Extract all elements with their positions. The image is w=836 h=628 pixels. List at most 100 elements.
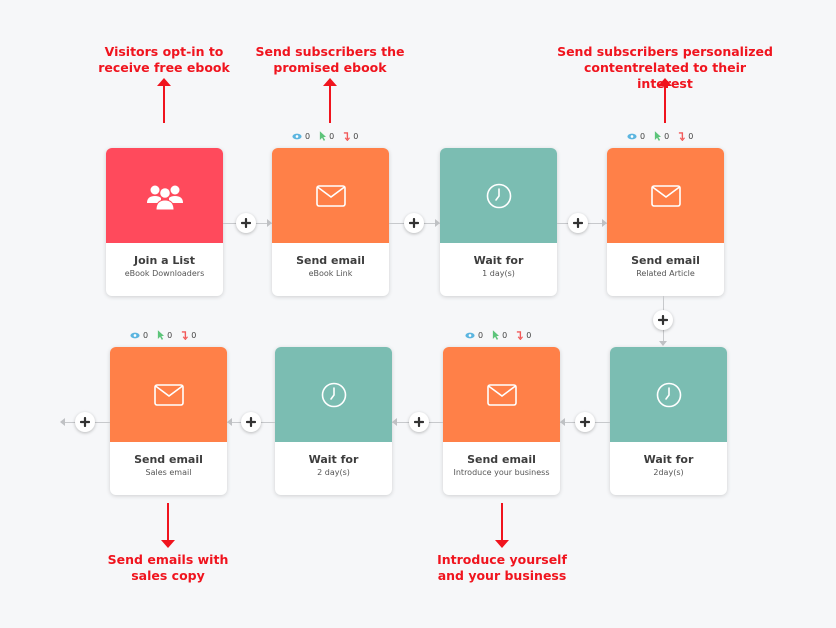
plus-icon [80, 417, 90, 427]
add-step-button[interactable] [404, 213, 424, 233]
cursor-icon [654, 131, 661, 141]
node-subtitle: eBook Link [308, 269, 353, 278]
plus-icon [241, 218, 251, 228]
clock-icon [486, 183, 512, 209]
node-subtitle: Sales email [145, 468, 192, 477]
node-body: Send email Sales email [110, 442, 227, 495]
node-header [440, 148, 557, 243]
arrow-down-icon [495, 540, 509, 548]
bounces-count: 0 [688, 131, 694, 141]
annotation-arrow-line [501, 503, 503, 540]
clicks-stat: 0 [157, 330, 172, 340]
node-title: Send email [631, 254, 700, 267]
arrow-left-icon [392, 418, 397, 426]
add-step-button[interactable] [568, 213, 588, 233]
cursor-icon [319, 131, 326, 141]
clicks-count: 0 [664, 131, 670, 141]
bounce-icon [181, 330, 188, 340]
arrow-right-icon [267, 219, 272, 227]
add-step-button[interactable] [75, 412, 95, 432]
envelope-icon [487, 384, 517, 406]
node-wait-2day-b[interactable]: Wait for 2 day(s) [275, 347, 392, 495]
annotation-line: Introduce yourself [437, 552, 567, 567]
opens-count: 0 [305, 131, 311, 141]
annotation-line: Visitors opt-in to [104, 44, 224, 59]
email-stats: 0 0 0 [292, 131, 358, 141]
opens-stat: 0 [627, 132, 645, 141]
arrow-left-icon [560, 418, 565, 426]
annotation-line: promised ebook [273, 60, 387, 75]
add-step-button[interactable] [241, 412, 261, 432]
annotation-introduce: Introduce yourself and your business [427, 552, 577, 584]
add-step-button[interactable] [409, 412, 429, 432]
node-body: Join a List eBook Downloaders [106, 243, 223, 296]
add-step-button[interactable] [653, 310, 673, 330]
eye-icon [465, 332, 475, 339]
users-icon [145, 181, 185, 211]
node-send-email-sales[interactable]: Send email Sales email [110, 347, 227, 495]
email-stats: 0 0 0 [130, 330, 196, 340]
arrow-up-icon [323, 78, 337, 86]
node-body: Wait for 2 day(s) [275, 442, 392, 495]
node-body: Send email Introduce your business [443, 442, 560, 495]
plus-icon [414, 417, 424, 427]
bounces-stat: 0 [343, 131, 358, 141]
node-title: Wait for [473, 254, 524, 267]
node-join-list[interactable]: Join a List eBook Downloaders [106, 148, 223, 296]
cursor-icon [157, 330, 164, 340]
node-send-email-related[interactable]: Send email Related Article [607, 148, 724, 296]
node-header [275, 347, 392, 442]
eye-icon [130, 332, 140, 339]
envelope-icon [651, 185, 681, 207]
annotation-arrow-line [329, 86, 331, 123]
annotation-line: Send subscribers the [255, 44, 405, 59]
add-step-button[interactable] [575, 412, 595, 432]
node-wait-1day[interactable]: Wait for 1 day(s) [440, 148, 557, 296]
bounces-count: 0 [191, 330, 197, 340]
clicks-count: 0 [167, 330, 173, 340]
clock-icon [656, 382, 682, 408]
arrow-down-icon [659, 341, 667, 346]
node-title: Join a List [134, 254, 195, 267]
node-wait-2day-a[interactable]: Wait for 2day(s) [610, 347, 727, 495]
annotation-line: receive free ebook [98, 60, 230, 75]
plus-icon [580, 417, 590, 427]
node-header [610, 347, 727, 442]
cursor-icon [492, 330, 499, 340]
node-header [272, 148, 389, 243]
opens-count: 0 [478, 330, 484, 340]
bounces-count: 0 [353, 131, 359, 141]
plus-icon [573, 218, 583, 228]
annotation-arrow-line [163, 86, 165, 123]
opens-stat: 0 [465, 331, 483, 340]
arrow-right-icon [602, 219, 607, 227]
node-title: Send email [467, 453, 536, 466]
arrow-up-icon [157, 78, 171, 86]
node-subtitle: Related Article [636, 269, 695, 278]
arrow-left-icon [60, 418, 65, 426]
add-step-button[interactable] [236, 213, 256, 233]
bounce-icon [343, 131, 350, 141]
bounce-icon [678, 131, 685, 141]
annotation-sales-copy: Send emails with sales copy [98, 552, 238, 584]
plus-icon [246, 417, 256, 427]
annotation-line: sales copy [131, 568, 205, 583]
eye-icon [627, 133, 637, 140]
bounces-stat: 0 [678, 131, 693, 141]
arrow-up-icon [658, 78, 672, 86]
node-send-email-ebook[interactable]: Send email eBook Link [272, 148, 389, 296]
node-subtitle: 1 day(s) [482, 269, 515, 278]
envelope-icon [316, 185, 346, 207]
annotation-line: Send subscribers personalized [557, 44, 773, 59]
node-body: Wait for 1 day(s) [440, 243, 557, 296]
node-send-email-introduce[interactable]: Send email Introduce your business [443, 347, 560, 495]
annotation-line: and your business [437, 568, 567, 583]
clicks-count: 0 [502, 330, 508, 340]
opens-stat: 0 [130, 331, 148, 340]
node-title: Send email [296, 254, 365, 267]
plus-icon [658, 315, 668, 325]
email-stats: 0 0 0 [465, 330, 531, 340]
node-subtitle: 2 day(s) [317, 468, 350, 477]
clicks-stat: 0 [492, 330, 507, 340]
annotation-arrow-line [664, 86, 666, 123]
